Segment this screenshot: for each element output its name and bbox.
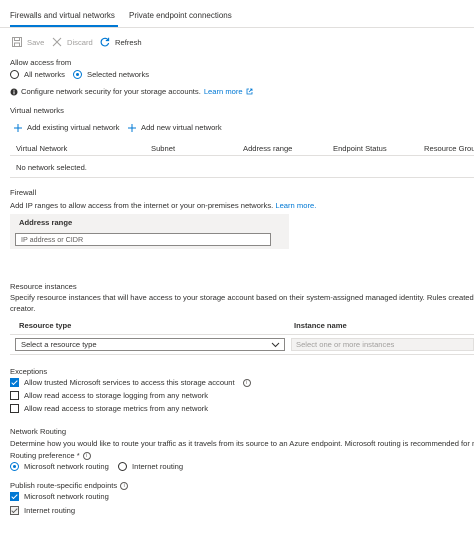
resource-type-dropdown[interactable]: Select a resource type [15,338,285,351]
firewall-address-range-header: Address range [19,218,73,227]
instance-name-placeholder: Select one or more instances [296,340,395,349]
discard-button[interactable]: Discard [52,37,93,47]
tab-firewalls-and-virtual-networks[interactable]: Firewalls and virtual networks [10,11,115,20]
save-icon [12,37,22,47]
column-header-virtual-network[interactable]: Virtual Network [16,144,67,153]
chevron-down-icon [271,340,280,349]
vnet-empty-text: No network selected. [16,163,87,172]
radio-all-networks-label: All networks [24,70,65,79]
exception-logging[interactable]: Allow read access to storage logging fro… [10,391,208,400]
network-routing-description: Determine how you would like to route yo… [10,439,474,448]
resource-type-header: Resource type [19,321,72,330]
routing-preference-label: Routing preference * i [10,451,91,460]
plus-icon [128,123,136,132]
radio-all-networks[interactable]: All networks [10,70,65,79]
radio-microsoft-routing-label: Microsoft network routing [24,462,109,471]
external-link-icon[interactable] [246,88,253,95]
allow-access-label: Allow access from [10,58,72,67]
column-header-resource-group[interactable]: Resource Grou [424,144,474,153]
exceptions-heading: Exceptions [10,367,48,376]
tabs-divider [0,27,474,28]
instance-name-dropdown[interactable]: Select one or more instances [291,338,474,351]
tab-private-endpoint-connections[interactable]: Private endpoint connections [129,11,232,20]
add-existing-vnet-label: Add existing virtual network [27,123,120,132]
exception-metrics-label: Allow read access to storage metrics fro… [24,404,209,413]
discard-label: Discard [67,37,93,47]
virtual-networks-heading: Virtual networks [10,106,64,115]
radio-selected-networks-label: Selected networks [87,70,150,79]
network-routing-heading: Network Routing [10,427,67,436]
info-icon [10,88,18,96]
exception-logging-checkbox[interactable] [10,391,19,400]
publish-endpoints-text: Publish route-specific endpoints [10,481,118,490]
firewall-learn-more-link[interactable]: Learn more. [275,201,316,210]
radio-internet-routing[interactable]: Internet routing [118,462,183,471]
configure-info-text: Configure network security for your stor… [21,87,201,96]
radio-selected-networks[interactable]: Selected networks [73,70,149,79]
publish-microsoft-routing[interactable]: Microsoft network routing [10,492,109,501]
radio-internet-routing-label: Internet routing [132,462,184,471]
publish-internet-routing-label: Internet routing [24,506,76,515]
resource-instances-heading: Resource instances [10,282,77,291]
discard-icon [52,37,62,47]
radio-microsoft-routing[interactable]: Microsoft network routing [10,462,109,471]
vnet-bottom-divider [10,177,474,178]
radio-microsoft-routing-circle[interactable] [10,462,19,471]
publish-internet-routing[interactable]: Internet routing [10,506,75,515]
publish-microsoft-routing-label: Microsoft network routing [24,492,109,501]
publish-internet-routing-checkbox[interactable] [10,506,19,515]
exception-metrics[interactable]: Allow read access to storage metrics fro… [10,404,208,413]
learn-more-link[interactable]: Learn more [204,87,243,96]
refresh-label: Refresh [115,37,142,47]
refresh-icon [100,37,110,47]
save-button[interactable]: Save [12,37,44,47]
resource-type-placeholder: Select a resource type [21,340,97,349]
add-new-vnet-label: Add new virtual network [141,123,222,132]
resource-instances-description-cont: creator. [10,304,36,313]
column-header-subnet[interactable]: Subnet [151,144,175,153]
instance-name-header: Instance name [294,321,347,330]
column-header-address-range[interactable]: Address range [243,144,292,153]
exception-trusted-services-label: Allow trusted Microsoft services to acce… [24,378,235,387]
info-icon[interactable]: i [82,451,91,460]
exception-trusted-services-checkbox[interactable] [10,378,19,387]
exception-trusted-services[interactable]: Allow trusted Microsoft services to acce… [10,378,251,387]
publish-endpoints-label: Publish route-specific endpoints i [10,481,129,490]
refresh-button[interactable]: Refresh [100,37,142,47]
routing-preference-text: Routing preference * [10,451,80,460]
column-header-endpoint-status[interactable]: Endpoint Status [333,144,387,153]
publish-microsoft-routing-checkbox[interactable] [10,492,19,501]
exception-metrics-checkbox[interactable] [10,404,19,413]
vnet-header-divider [10,155,474,156]
firewall-description-text: Add IP ranges to allow access from the i… [10,201,274,210]
info-icon[interactable]: i [120,481,129,490]
add-existing-vnet-button[interactable]: Add existing virtual network [14,123,119,132]
resource-bottom-divider [10,354,474,355]
radio-all-networks-circle[interactable] [10,70,19,79]
resource-instances-description: Specify resource instances that will hav… [10,293,474,302]
configure-info: Configure network security for your stor… [10,87,253,96]
add-new-vnet-button[interactable]: Add new virtual network [128,123,222,132]
plus-icon [14,123,22,132]
info-icon[interactable]: i [242,378,251,387]
exception-logging-label: Allow read access to storage logging fro… [24,391,209,400]
radio-internet-routing-circle[interactable] [118,462,127,471]
resource-header-divider [10,334,474,335]
firewall-heading: Firewall [10,188,37,197]
firewall-description: Add IP ranges to allow access from the i… [10,201,316,210]
save-label: Save [27,37,45,47]
ip-address-input-wrapper [15,233,271,246]
radio-selected-networks-circle[interactable] [73,70,82,79]
ip-address-input[interactable] [16,234,270,245]
